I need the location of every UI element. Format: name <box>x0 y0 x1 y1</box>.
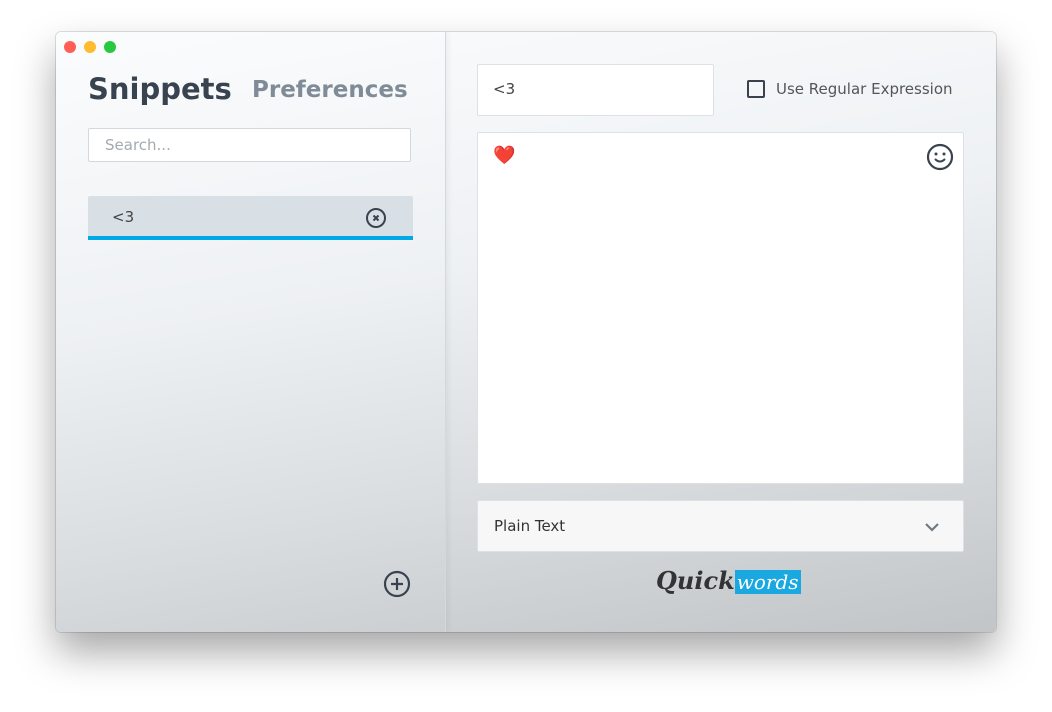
app-window: Snippets Preferences <3 <3 Use Regular E… <box>56 32 996 632</box>
add-snippet-icon[interactable] <box>383 570 411 598</box>
format-select-value: Plain Text <box>494 517 566 535</box>
tab-snippets[interactable]: Snippets <box>88 72 232 106</box>
quickwords-logo: Quick words <box>656 566 801 595</box>
chevron-down-icon <box>925 523 939 532</box>
snippet-content: ❤️ <box>493 145 516 166</box>
search-input[interactable] <box>88 128 411 162</box>
format-select[interactable]: Plain Text <box>477 500 964 552</box>
snippet-label: <3 <box>112 208 135 226</box>
regex-checkbox[interactable] <box>747 80 765 98</box>
snippet-list-item[interactable]: <3 <box>88 196 413 240</box>
tab-preferences[interactable]: Preferences <box>252 77 408 103</box>
delete-snippet-icon[interactable] <box>366 208 386 228</box>
emoji-picker-icon[interactable] <box>926 143 954 171</box>
regex-label: Use Regular Expression <box>776 80 953 98</box>
snippet-content-editor[interactable]: ❤️ <box>477 132 964 484</box>
sidebar: Snippets Preferences <3 <box>56 32 446 632</box>
keyword-input[interactable]: <3 <box>477 64 714 116</box>
